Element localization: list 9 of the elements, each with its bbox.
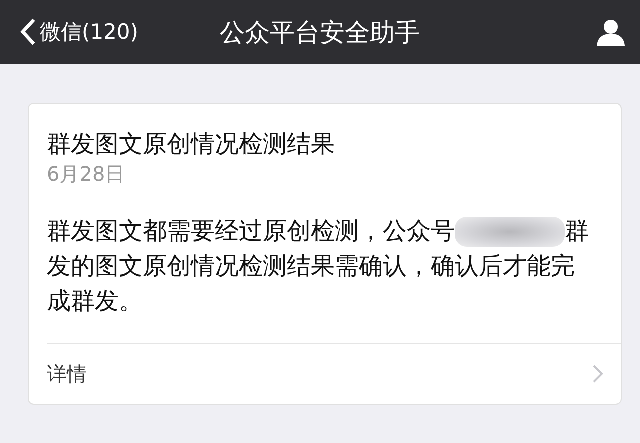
message-body: 群发图文都需要经过原创检测，公众号 群发的图文原创情况检测结果需确认，确认后才能完成群发。 xyxy=(47,216,590,317)
back-button[interactable]: 微信(120) xyxy=(20,18,138,46)
message-date: 6月28日 xyxy=(47,161,126,188)
message-title: 群发图文原创情况检测结果 xyxy=(47,129,336,160)
profile-icon[interactable] xyxy=(596,17,626,47)
chevron-right-icon xyxy=(593,365,603,383)
chat-title: 公众平台安全助手 xyxy=(220,18,420,46)
details-link[interactable]: 详情 xyxy=(47,343,621,404)
back-chevron-icon xyxy=(20,18,36,46)
